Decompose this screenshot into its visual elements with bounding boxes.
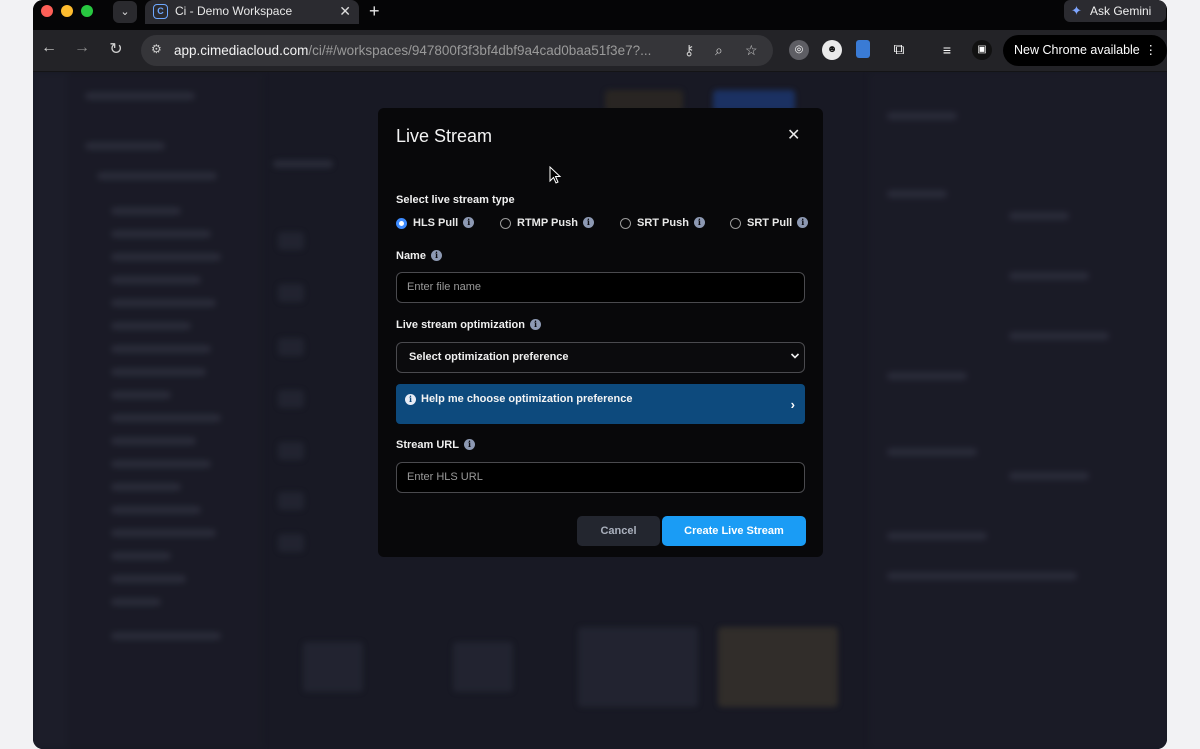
- new-chrome-available-button[interactable]: New Chrome available ⋮: [1003, 35, 1167, 66]
- extension-blue-icon[interactable]: [856, 40, 870, 58]
- cancel-button[interactable]: Cancel: [577, 516, 660, 546]
- site-settings-icon[interactable]: ⚙: [151, 42, 162, 56]
- zoom-icon[interactable]: ⌕: [715, 42, 723, 59]
- tab-strip: ⌄ C Ci - Demo Workspace ✕ + ✦ Ask Gemini: [33, 0, 1167, 30]
- forward-arrow-icon[interactable]: →: [72, 39, 92, 57]
- stream-url-label: Stream URL i: [396, 439, 475, 451]
- minimize-window-button[interactable]: [61, 5, 73, 17]
- extensions-puzzle-icon[interactable]: ⧉: [889, 40, 909, 60]
- new-tab-button[interactable]: +: [369, 1, 380, 22]
- radio-button[interactable]: [500, 218, 511, 229]
- close-window-button[interactable]: [41, 5, 53, 17]
- ask-gemini-label: Ask Gemini: [1090, 4, 1152, 18]
- maximize-window-button[interactable]: [81, 5, 93, 17]
- chevron-down-icon: ⌄: [120, 6, 130, 18]
- browser-toolbar: ← → ↻ ⚙ app.cimediacloud.com/ci/#/worksp…: [33, 30, 1167, 72]
- info-icon[interactable]: i: [797, 217, 809, 228]
- info-icon[interactable]: i: [430, 250, 442, 261]
- bg-sidebar: [33, 72, 67, 749]
- create-live-stream-button[interactable]: Create Live Stream: [662, 516, 806, 546]
- bookmark-star-icon[interactable]: ☆: [745, 42, 758, 59]
- update-label: New Chrome available: [1014, 43, 1140, 57]
- radio-button[interactable]: [396, 218, 407, 229]
- stream-type-label: Select live stream type: [396, 194, 515, 206]
- chevron-right-icon: ›: [790, 397, 795, 412]
- tab-active[interactable]: C Ci - Demo Workspace ✕: [145, 0, 359, 24]
- close-tab-icon[interactable]: ✕: [339, 3, 351, 20]
- reading-list-icon[interactable]: ≡: [937, 40, 957, 60]
- live-stream-modal: Live Stream ✕ Select live stream type HL…: [378, 108, 823, 557]
- tab-title: Ci - Demo Workspace: [175, 4, 293, 18]
- extension-chrome-icon[interactable]: ◎: [789, 40, 809, 60]
- info-icon: i: [405, 394, 416, 405]
- name-label: Name i: [396, 250, 442, 262]
- mouse-cursor-icon: [549, 166, 562, 184]
- password-key-icon[interactable]: ⚷: [684, 42, 694, 59]
- stream-url-input[interactable]: Enter HLS URL: [396, 462, 805, 493]
- back-arrow-icon[interactable]: ←: [39, 39, 59, 57]
- close-icon[interactable]: ✕: [787, 125, 800, 145]
- bg-details-panel: [869, 72, 1167, 749]
- optimization-select[interactable]: Select optimization preference: [396, 342, 805, 373]
- radio-button[interactable]: [620, 218, 631, 229]
- info-icon[interactable]: i: [463, 439, 475, 450]
- favicon-icon: C: [153, 4, 168, 19]
- info-icon[interactable]: i: [463, 217, 475, 228]
- chevron-down-icon: [790, 353, 800, 359]
- info-icon[interactable]: i: [693, 217, 705, 228]
- info-icon[interactable]: i: [582, 217, 594, 228]
- ask-gemini-button[interactable]: ✦ Ask Gemini: [1064, 0, 1166, 22]
- optimization-label: Live stream optimization i: [396, 319, 541, 331]
- radio-button[interactable]: [730, 218, 741, 229]
- optimization-help-banner[interactable]: i Help me choose optimization preference…: [396, 384, 805, 424]
- tab-search-button[interactable]: ⌄: [113, 1, 137, 23]
- help-text: Help me choose optimization preference: [421, 393, 633, 405]
- address-bar[interactable]: ⚙ app.cimediacloud.com/ci/#/workspaces/9…: [141, 35, 773, 66]
- extension-avatar-icon[interactable]: ☻: [822, 40, 842, 60]
- info-icon[interactable]: i: [529, 319, 541, 330]
- modal-title: Live Stream: [396, 126, 493, 146]
- url-text[interactable]: app.cimediacloud.com/ci/#/workspaces/947…: [174, 43, 651, 58]
- name-input[interactable]: Enter file name: [396, 272, 805, 303]
- gemini-icon: ✦: [1071, 3, 1082, 18]
- profile-icon[interactable]: ▣: [972, 40, 992, 60]
- more-menu-icon[interactable]: ⋮: [1145, 35, 1158, 66]
- reload-icon[interactable]: ↻: [106, 39, 126, 59]
- optimization-value: Select optimization preference: [409, 351, 569, 363]
- bg-navigation: [67, 72, 263, 749]
